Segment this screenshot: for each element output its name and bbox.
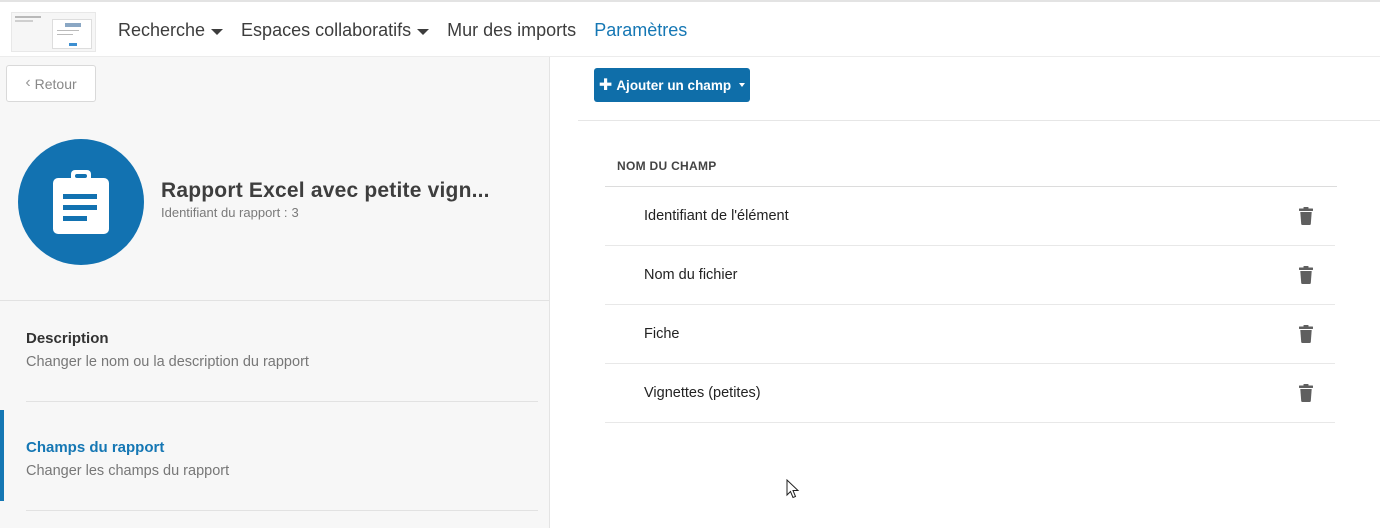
mouse-cursor-icon xyxy=(786,479,800,499)
field-row: Vignettes (petites) xyxy=(605,364,1335,423)
nav-label: Paramètres xyxy=(594,20,688,40)
trash-icon[interactable] xyxy=(1298,384,1314,402)
trash-icon[interactable] xyxy=(1298,325,1314,343)
trash-icon[interactable] xyxy=(1298,207,1314,225)
back-button[interactable]: ‹ Retour xyxy=(6,65,96,102)
field-name: Identifiant de l'élément xyxy=(644,208,789,224)
report-avatar xyxy=(18,139,144,265)
nav-label: Mur des imports xyxy=(447,20,577,40)
divider xyxy=(26,401,538,402)
field-name: Fiche xyxy=(644,326,680,342)
divider xyxy=(578,120,1380,121)
field-row: Fiche xyxy=(605,305,1335,364)
back-button-label: Retour xyxy=(34,75,77,92)
nav-label: Espaces collaboratifs xyxy=(241,20,412,40)
add-field-button[interactable]: ✚ Ajouter un champ xyxy=(594,68,750,102)
report-title: Rapport Excel avec petite vign... xyxy=(161,179,490,202)
menu-item-champs-du-rapport[interactable]: Champs du rapport Changer les champs du … xyxy=(0,410,549,501)
active-indicator xyxy=(0,410,4,501)
top-navbar: Recherche Espaces collaboratifs Mur des … xyxy=(0,0,1380,57)
report-settings-sidebar: ‹ Retour Rapport Excel avec petite vign.… xyxy=(0,57,550,528)
menu-item-title: Description xyxy=(26,330,109,347)
caret-down-icon xyxy=(739,83,746,87)
nav-label: Recherche xyxy=(118,20,206,40)
field-row: Identifiant de l'élément xyxy=(605,187,1335,246)
field-name: Vignettes (petites) xyxy=(644,385,761,401)
app-logo[interactable] xyxy=(11,12,96,52)
field-name: Nom du fichier xyxy=(644,267,738,283)
main-nav: Recherche Espaces collaboratifs Mur des … xyxy=(118,2,705,59)
divider xyxy=(26,510,538,511)
column-header-field-name: NOM DU CHAMP xyxy=(617,159,717,173)
nav-espaces-collaboratifs[interactable]: Espaces collaboratifs xyxy=(241,20,430,41)
report-id-label: Identifiant du rapport : xyxy=(161,205,288,220)
menu-item-description[interactable]: Description Changer le nom ou la descrip… xyxy=(0,301,549,401)
menu-item-desc: Changer le nom ou la description du rapp… xyxy=(26,354,309,370)
caret-down-icon xyxy=(417,28,430,35)
menu-item-desc: Changer les champs du rapport xyxy=(26,463,230,479)
report-id-value: 3 xyxy=(291,205,299,220)
report-id: Identifiant du rapport :3 xyxy=(161,205,299,220)
chevron-left-icon: ‹ xyxy=(25,73,31,91)
nav-parametres[interactable]: Paramètres xyxy=(594,20,687,41)
field-row: Nom du fichier xyxy=(605,246,1335,305)
plus-icon: ✚ xyxy=(598,76,613,94)
caret-down-icon xyxy=(211,28,224,35)
trash-icon[interactable] xyxy=(1298,266,1314,284)
add-field-label: Ajouter un champ xyxy=(616,77,732,93)
nav-mur-des-imports[interactable]: Mur des imports xyxy=(447,20,576,41)
nav-recherche[interactable]: Recherche xyxy=(118,20,224,41)
menu-item-title: Champs du rapport xyxy=(26,439,165,456)
clipboard-icon xyxy=(53,170,109,234)
